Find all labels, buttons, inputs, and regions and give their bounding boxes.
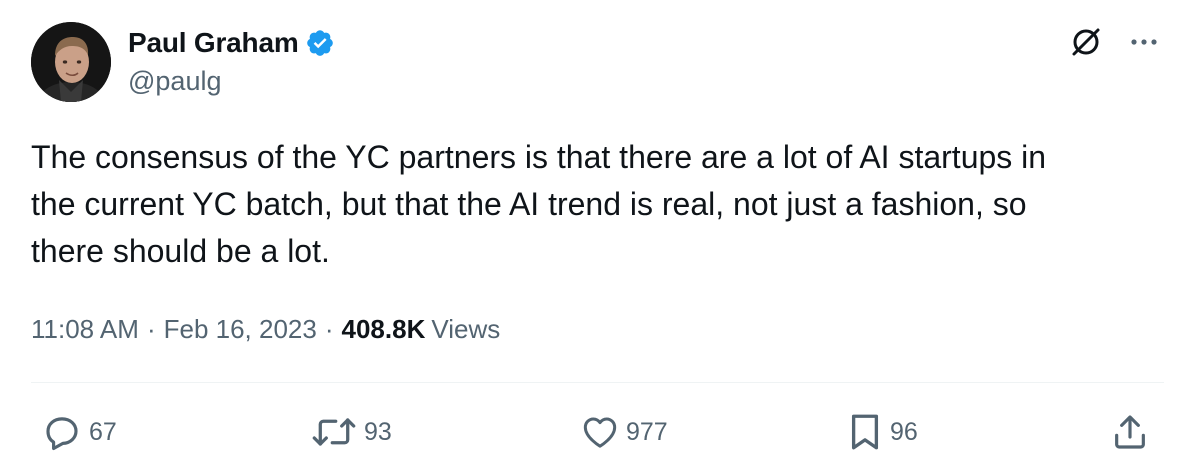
meta-separator: · [324, 313, 334, 344]
bookmark-button[interactable]: 96 [846, 410, 918, 454]
author-handle[interactable]: @paulg [128, 66, 221, 97]
tweet-date[interactable]: Feb 16, 2023 [164, 314, 317, 345]
reply-count: 67 [89, 417, 117, 446]
share-button[interactable] [1110, 410, 1150, 454]
reply-button[interactable]: 67 [41, 410, 117, 454]
reply-icon [41, 411, 83, 453]
meta-separator: · [146, 313, 156, 344]
like-icon [580, 412, 620, 452]
tweet-time[interactable]: 11:08 AM [31, 314, 139, 345]
views-count[interactable]: 408.8K [342, 314, 426, 345]
like-button[interactable]: 977 [580, 410, 668, 454]
verified-badge-icon [305, 28, 335, 58]
tweet-card: Paul Graham @paulg The consensus of the … [0, 0, 1190, 474]
views-label[interactable]: Views [431, 314, 500, 345]
avatar[interactable] [31, 22, 111, 102]
retweet-icon [310, 411, 358, 453]
like-count: 977 [626, 417, 668, 446]
author-name-row: Paul Graham [128, 26, 335, 60]
divider [31, 382, 1164, 383]
grok-icon[interactable] [1068, 24, 1104, 60]
retweet-count: 93 [364, 417, 392, 446]
author-name[interactable]: Paul Graham [128, 27, 299, 59]
bookmark-icon [846, 411, 884, 453]
more-icon[interactable] [1126, 24, 1162, 60]
share-icon [1110, 412, 1150, 452]
tweet-meta: 11:08 AM · Feb 16, 2023 · 408.8K Views [31, 311, 500, 347]
tweet-text: The consensus of the YC partners is that… [31, 139, 1047, 269]
retweet-button[interactable]: 93 [310, 410, 392, 454]
bookmark-count: 96 [890, 417, 918, 446]
action-bar: 67 93 977 96 [0, 410, 1190, 454]
header-actions [1068, 24, 1162, 60]
